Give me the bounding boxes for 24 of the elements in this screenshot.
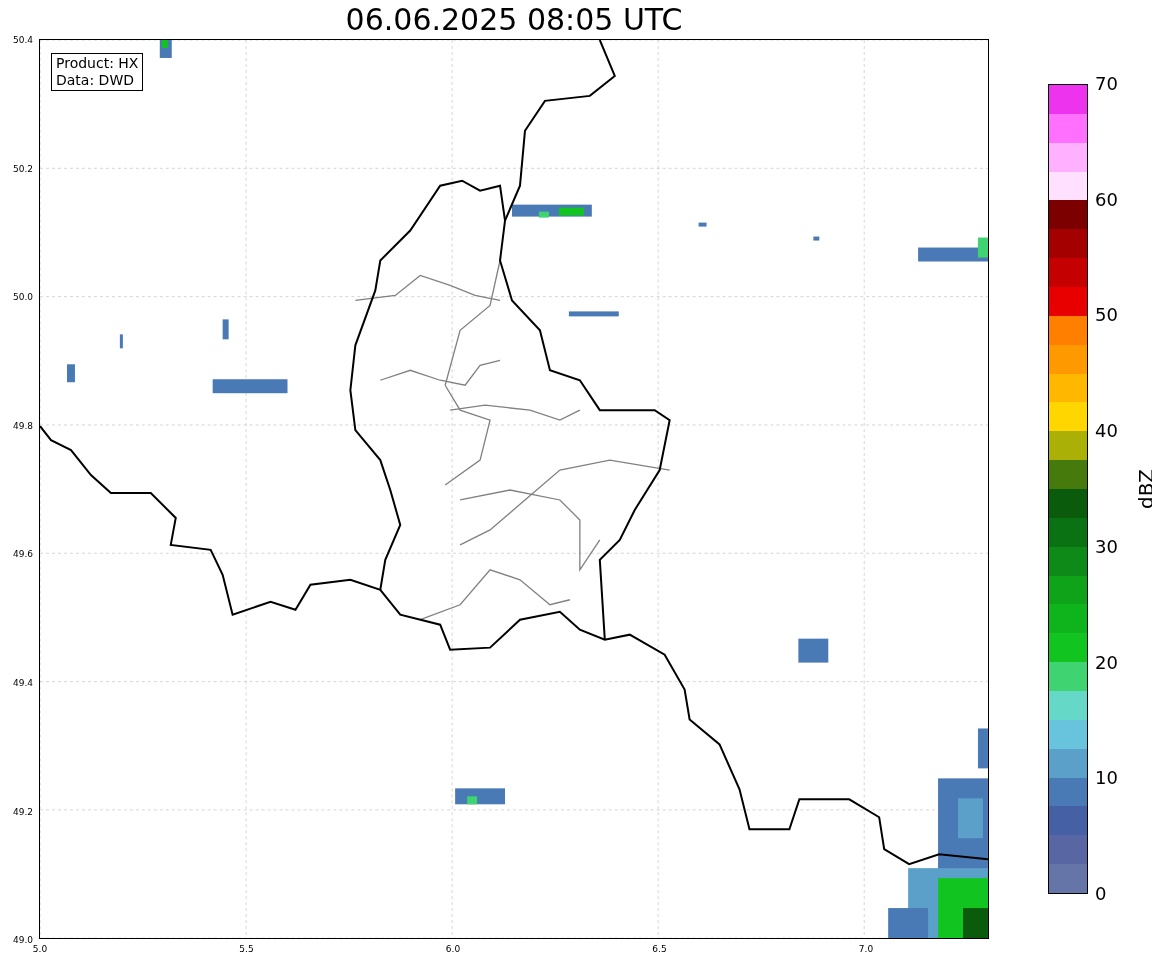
y-tick-label: 49.6 — [12, 549, 34, 560]
x-tick-label: 6.0 — [444, 944, 462, 954]
y-tick-label: 49.2 — [12, 806, 34, 817]
colorbar-tick-label: 60 — [1095, 189, 1118, 210]
y-tick-label: 49.4 — [12, 678, 34, 688]
x-tick-label: 7.0 — [857, 944, 875, 954]
colorbar-tick-label: 0 — [1095, 884, 1107, 904]
x-tick-label: 5.5 — [238, 944, 255, 954]
colorbar-tick-label: 50 — [1095, 305, 1118, 326]
y-tick-label: 50.2 — [12, 163, 34, 174]
y-tick-label: 50.4 — [12, 35, 34, 45]
colorbar-tick-label: 20 — [1095, 652, 1118, 673]
y-tick-label: 49.0 — [12, 935, 33, 946]
colorbar-tick-label: 70 — [1095, 74, 1118, 94]
x-tick-label: 5.0 — [31, 944, 49, 954]
chart-title: 06.06.2025 08:05 UTC — [345, 1, 683, 39]
colorbar-tick-label: 40 — [1095, 421, 1118, 442]
info-text: Data: DWD — [56, 72, 135, 89]
colorbar-tick-label: 30 — [1095, 536, 1118, 557]
x-tick-label: 6.5 — [651, 944, 668, 954]
colorbar-tick-label: 10 — [1095, 768, 1118, 789]
info-text: Product: HX — [56, 55, 139, 72]
y-tick-label: 49.8 — [12, 420, 34, 431]
y-tick-label: 50.0 — [12, 292, 34, 303]
